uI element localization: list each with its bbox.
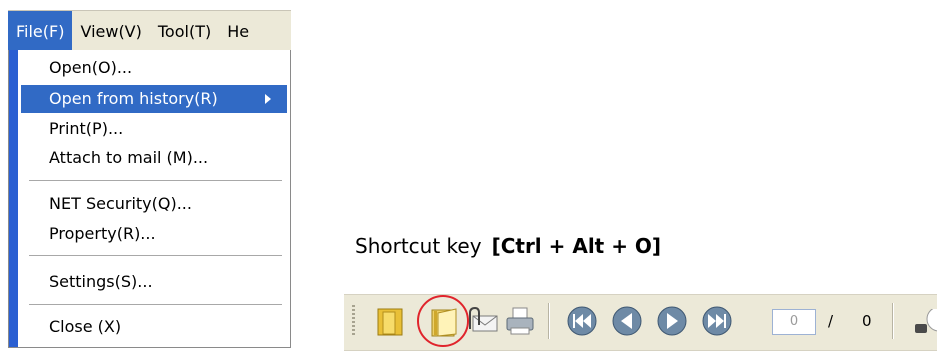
- menu-file[interactable]: File(F): [8, 11, 73, 51]
- page-number-input[interactable]: 0: [772, 309, 816, 335]
- menu-item-open-from-history[interactable]: Open from history(R): [21, 85, 287, 113]
- menu-item-open[interactable]: Open(O)...: [21, 54, 287, 82]
- attach-to-mail-icon[interactable]: [464, 303, 500, 339]
- print-icon[interactable]: [502, 303, 538, 339]
- page-total: 0: [862, 312, 872, 330]
- menu-item-close[interactable]: Close (X): [21, 313, 287, 341]
- menu-bar: File(F) View(V) Tool(T) He: [8, 10, 291, 51]
- menu-view[interactable]: View(V): [72, 11, 149, 51]
- toolbar-grip[interactable]: [352, 305, 355, 337]
- menu-tool[interactable]: Tool(T): [150, 11, 219, 51]
- menu-item-net-security[interactable]: NET Security(Q)...: [21, 190, 287, 218]
- page-separator: /: [828, 312, 834, 330]
- menu-item-attach-to-mail[interactable]: Attach to mail (M)...: [21, 144, 287, 172]
- menu-left-bar: [9, 50, 18, 347]
- menu-item-open-from-history-label: Open from history(R): [49, 89, 218, 108]
- next-page-icon[interactable]: [654, 303, 690, 339]
- toolbar: 0 / 0: [344, 294, 937, 351]
- menu-item-settings[interactable]: Settings(S)...: [21, 268, 287, 296]
- previous-page-icon[interactable]: [609, 303, 645, 339]
- menu-separator: [29, 180, 282, 182]
- menu-help[interactable]: He: [219, 11, 257, 51]
- menu-item-property[interactable]: Property(R)...: [21, 220, 287, 248]
- first-page-icon[interactable]: [564, 303, 600, 339]
- menu-item-print[interactable]: Print(P)...: [21, 115, 287, 143]
- shortcut-caption-prefix: Shortcut key: [355, 234, 482, 258]
- shortcut-keys: [Ctrl + Alt + O]: [491, 234, 662, 258]
- menu-separator: [29, 255, 282, 257]
- menu-separator: [29, 304, 282, 306]
- last-page-icon[interactable]: [699, 303, 735, 339]
- zoom-icon[interactable]: [909, 306, 937, 339]
- submenu-arrow-icon: [265, 94, 271, 104]
- file-menu-dropdown: Open(O)... Open from history(R) Print(P)…: [8, 50, 291, 348]
- highlight-circle: [417, 295, 469, 347]
- shortcut-caption: Shortcut key [Ctrl + Alt + O]: [355, 234, 661, 258]
- toolbar-separator: [548, 303, 550, 339]
- folder-open-icon[interactable]: [372, 303, 408, 339]
- toolbar-separator: [892, 303, 894, 339]
